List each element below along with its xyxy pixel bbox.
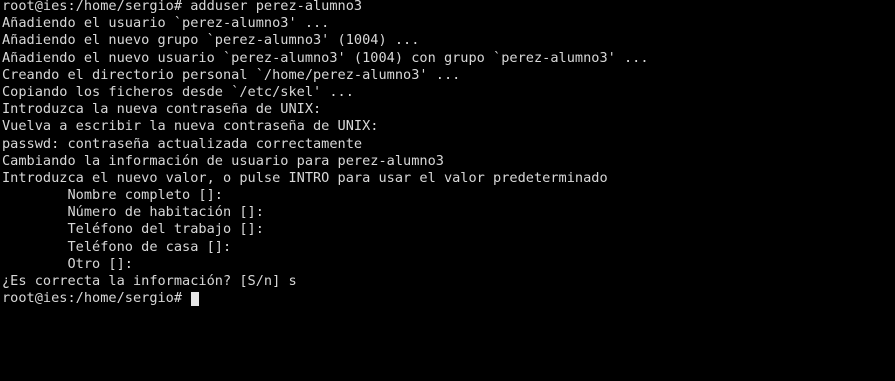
output-line-6: Copiando los ficheros desde `/etc/skel' … [2,83,354,100]
output-line-5: Creando el directorio personal `/home/pe… [2,66,461,83]
shell-prompt: root@ies:/home/sergio# [2,290,191,307]
output-line-9: passwd: contraseña actualizada correctam… [2,135,363,152]
output-line-17: ¿Es correcta la información? [S/n] s [2,273,297,289]
terminal-screen: root@ies:/home/sergio# adduser perez-alu… [2,0,895,381]
output-line-10: Cambiando la información de usuario para… [2,152,444,169]
output-line-13: Número de habitación []: [2,204,264,221]
command-input-line[interactable]: root@ies:/home/sergio# [2,290,895,307]
text-cursor [191,291,200,306]
output-line-11: Introduzca el nuevo valor, o pulse INTRO… [2,169,608,186]
terminal-window[interactable]: root@ies:/home/sergio# adduser perez-alu… [0,0,895,381]
output-line-3: Añadiendo el nuevo grupo `perez-alumno3'… [2,32,420,49]
output-line-14: Teléfono del trabajo []: [2,221,264,238]
output-line-2: Añadiendo el usuario `perez-alumno3' ... [2,15,330,32]
output-line-12: Nombre completo []: [2,187,223,204]
output-line-8: Vuelva a escribir la nueva contraseña de… [2,118,379,135]
output-line-15: Teléfono de casa []: [2,238,232,255]
output-line-16: Otro []: [2,255,133,272]
output-line-7: Introduzca la nueva contraseña de UNIX: [2,101,322,118]
output-line-4: Añadiendo el nuevo usuario `perez-alumno… [2,49,649,66]
output-line-1: root@ies:/home/sergio# adduser perez-alu… [2,0,363,14]
